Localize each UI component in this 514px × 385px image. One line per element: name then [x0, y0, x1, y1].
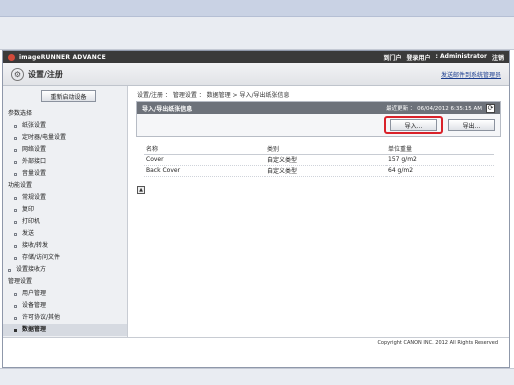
brand-name: imageRUNNER ADVANCE [19, 53, 106, 61]
sidebar-item-set-destination[interactable]: 设置接收方 [3, 264, 127, 276]
cell-weight: 157 g/m2 [386, 154, 494, 166]
sidebar-item-label: 设备管理 [22, 302, 47, 309]
sidebar-item-external-interface[interactable]: 外部接口 [3, 156, 127, 168]
page-top-icon[interactable]: ▲ [137, 186, 145, 194]
import-export-panel: 导入/导出纸张信息 最近更新 ： 06/04/2012 6:35:15 AM ⟳… [136, 101, 501, 137]
cell-category: 自定义类型 [265, 154, 386, 166]
sidebar-section-preferences: 参数选择 [8, 110, 33, 117]
sidebar-item-label: 外部接口 [22, 158, 47, 165]
sidebar-item-label: 接收/转发 [22, 242, 49, 249]
page-title: 设置/注册 [28, 69, 63, 79]
restart-device-button[interactable]: 重新启动设备 [41, 90, 96, 102]
main-content: 设置/注册 ： 管理设置 ： 数据管理 > 导入/导出纸张信息 导入/导出纸张信… [129, 86, 509, 337]
sidebar-section-function-settings: 功能设置 [8, 182, 33, 189]
sidebar-item-label: 许可协议/其他 [22, 314, 61, 321]
logout-link[interactable]: 注销 [492, 53, 504, 62]
sidebar-menu: 参数选择 纸张设置 定时器/电量设置 网络设置 外部接口 音量设置 功能设置 常… [3, 108, 127, 336]
panel-header: 导入/导出纸张信息 最近更新 ： 06/04/2012 6:35:15 AM ⟳ [137, 102, 500, 114]
browser-titlebar [0, 0, 514, 17]
bullet-icon [14, 208, 17, 212]
sidebar-section-management: 管理设置 [8, 278, 33, 285]
bullet-icon [14, 124, 17, 128]
footer: Copyright CANON INC. 2012 All Rights Res… [3, 337, 509, 347]
sidebar-item-printer[interactable]: 打印机 [3, 216, 127, 228]
bullet-icon [14, 220, 17, 224]
panel-title: 导入/导出纸张信息 [142, 105, 193, 113]
sidebar-item-label: 网络设置 [22, 146, 47, 153]
sidebar-item-common-settings[interactable]: 常规设置 [3, 192, 127, 204]
sidebar-item-label: 设置接收方 [16, 266, 47, 273]
bullet-icon [14, 148, 17, 152]
sidebar: 重新启动设备 参数选择 纸张设置 定时器/电量设置 网络设置 外部接口 音量设置… [3, 86, 128, 337]
sidebar-item-label: 数据管理 [22, 326, 47, 333]
sidebar-item-label: 定时器/电量设置 [22, 134, 67, 141]
table-header-row: 名称 类别 单位重量 [144, 143, 494, 155]
login-user-label: 登录用户 [406, 54, 431, 62]
bullet-icon [14, 316, 17, 320]
sidebar-item-label: 纸张设置 [22, 122, 47, 129]
sidebar-item-label: 打印机 [22, 218, 41, 225]
copyright-text: Copyright CANON INC. 2012 All Rights Res… [377, 339, 498, 346]
bullet-icon [14, 292, 17, 296]
bullet-icon [14, 136, 17, 140]
column-header-name: 名称 [144, 143, 265, 155]
bullet-icon [8, 268, 11, 272]
canon-logo-icon [8, 53, 15, 61]
sidebar-item-label: 用户管理 [22, 290, 47, 297]
portal-link[interactable]: 到门户 [383, 53, 401, 62]
send-mail-admin-link[interactable]: 发送邮件到系统管理员 [441, 70, 501, 79]
bullet-icon [14, 244, 17, 248]
last-updated: 最近更新 ： 06/04/2012 6:35:15 AM ⟳ [386, 103, 495, 113]
browser-toolbar: ▾ [0, 17, 514, 63]
panel-body: 导入... 导出... [137, 114, 500, 137]
bullet-icon [14, 304, 17, 308]
sidebar-item-data-management[interactable]: 数据管理 [3, 324, 127, 336]
sidebar-item-label: 复印 [22, 206, 35, 213]
refresh-icon[interactable]: ⟳ [486, 103, 495, 113]
cell-name: Cover [144, 154, 265, 166]
export-button[interactable]: 导出... [448, 119, 495, 131]
sidebar-item-volume-settings[interactable]: 音量设置 [3, 168, 127, 180]
sidebar-item-copy[interactable]: 复印 [3, 204, 127, 216]
sidebar-item-paper-settings[interactable]: 纸张设置 [3, 120, 127, 132]
sidebar-item-send[interactable]: 发送 [3, 228, 127, 240]
table-row: Back Cover 自定义类型 64 g/m2 [144, 165, 494, 177]
cell-weight: 64 g/m2 [386, 165, 494, 177]
sidebar-item-user-management[interactable]: 用户管理 [3, 288, 127, 300]
page-titlebar: ⚙ 设置/注册 发送邮件到系统管理员 [3, 63, 509, 86]
bullet-icon [14, 172, 17, 176]
bullet-icon [14, 232, 17, 236]
login-user-name: : Administrator [435, 52, 487, 60]
breadcrumb: 设置/注册 ： 管理设置 ： 数据管理 > 导入/导出纸张信息 [137, 92, 290, 99]
bullet-icon [14, 160, 17, 164]
last-updated-text: 最近更新 ： 06/04/2012 6:35:15 AM [386, 106, 482, 112]
sidebar-item-device-management[interactable]: 设备管理 [3, 300, 127, 312]
brand-bar: imageRUNNER ADVANCE 到门户 登录用户 : Administr… [3, 51, 509, 63]
sidebar-item-label: 存储/访问文件 [22, 254, 61, 261]
sidebar-item-network-settings[interactable]: 网络设置 [3, 144, 127, 156]
sidebar-item-license-other[interactable]: 许可协议/其他 [3, 312, 127, 324]
browser-statusbar [0, 368, 514, 385]
bullet-icon [14, 328, 17, 332]
table-row: Cover 自定义类型 157 g/m2 [144, 154, 494, 166]
sidebar-item-label: 常规设置 [22, 194, 47, 201]
bullet-icon [14, 196, 17, 200]
gear-icon: ⚙ [11, 67, 24, 81]
paper-info-table: 名称 类别 单位重量 Cover 自定义类型 157 g/m2 Back Cov… [144, 143, 494, 177]
bullet-icon [14, 256, 17, 260]
sidebar-item-timer-energy[interactable]: 定时器/电量设置 [3, 132, 127, 144]
cell-name: Back Cover [144, 165, 265, 177]
column-header-category: 类别 [265, 143, 386, 155]
sidebar-item-label: 发送 [22, 230, 35, 237]
sidebar-item-store-access-files[interactable]: 存储/访问文件 [3, 252, 127, 264]
cell-category: 自定义类型 [265, 165, 386, 177]
import-button[interactable]: 导入... [390, 119, 437, 131]
column-header-weight: 单位重量 [386, 143, 494, 155]
sidebar-item-receive-forward[interactable]: 接收/转发 [3, 240, 127, 252]
sidebar-item-label: 音量设置 [22, 170, 47, 177]
